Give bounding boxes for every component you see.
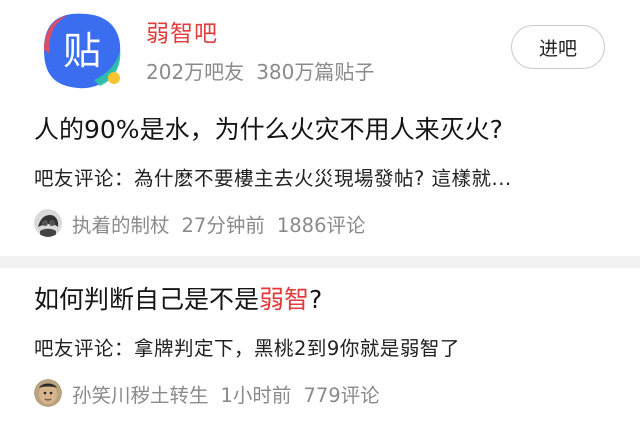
post-time: 1小时前 xyxy=(220,383,292,407)
post-title[interactable]: 如何判断自己是不是弱智? xyxy=(34,280,322,316)
post-comment-count[interactable]: 779评论 xyxy=(303,379,379,408)
post-time: 27分钟前 xyxy=(181,213,265,237)
post-author[interactable]: 孙笑川秽土转生 xyxy=(72,379,209,408)
post-meta: 执着的制杖 27分钟前 1886评论 xyxy=(34,208,365,238)
post-meta: 孙笑川秽土转生 1小时前 779评论 xyxy=(34,378,380,408)
forum-header: 贴 弱智吧 202万吧友 380万篇贴子 进吧 xyxy=(0,0,640,100)
post-top-comment: 吧友评论：拿牌判定下，黑桃2到9你就是弱智了 xyxy=(34,337,460,360)
post-title[interactable]: 人的90%是水，为什么火灾不用人来灭火? xyxy=(34,110,503,146)
enter-forum-button[interactable]: 进吧 xyxy=(511,25,605,69)
forum-stats: 202万吧友 380万篇贴子 xyxy=(146,56,374,85)
logo-text: 贴 xyxy=(63,29,101,73)
post-count: 380万篇贴子 xyxy=(256,60,375,84)
post-comment-count[interactable]: 1886评论 xyxy=(277,209,366,238)
dark-avatar-icon[interactable] xyxy=(34,209,62,237)
forum-logo-icon[interactable]: 贴 xyxy=(34,8,126,92)
post-top-comment: 吧友评论：為什麽不要樓主去火災現場發帖? 這樣就... xyxy=(34,167,512,190)
member-count: 202万吧友 xyxy=(146,60,245,84)
post-author[interactable]: 执着的制杖 xyxy=(72,209,170,238)
face-avatar-icon[interactable] xyxy=(34,379,62,407)
forum-name[interactable]: 弱智吧 xyxy=(146,14,218,48)
post-divider xyxy=(0,256,640,268)
